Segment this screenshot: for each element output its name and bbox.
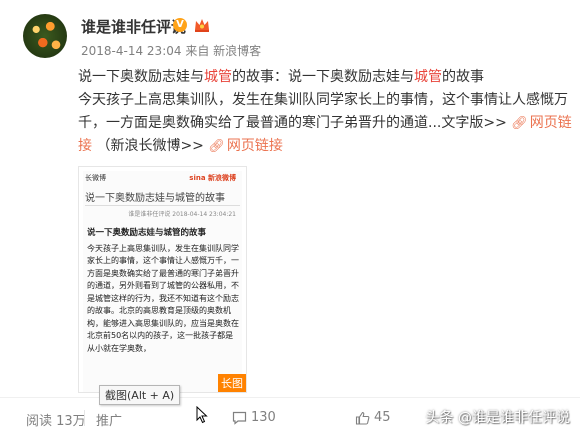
- avatar[interactable]: [23, 14, 67, 58]
- read-count: 阅读 13万: [26, 414, 86, 429]
- like-count: 45: [374, 410, 391, 425]
- sina-logo: sina 新浪微博: [189, 174, 236, 182]
- web-link-2[interactable]: 🔗︎ 网页链接: [208, 138, 283, 154]
- comment-button[interactable]: 130: [232, 410, 276, 425]
- separator: [84, 410, 85, 426]
- screenshot-tooltip: 截图(Alt + A): [99, 385, 181, 405]
- highlight-chengguan-1: 城管: [204, 69, 232, 85]
- long-image-tag: 长图: [218, 374, 246, 392]
- doc-subtitle: 说一下奥数励志娃与城管的故事: [87, 228, 207, 238]
- crown-icon: [195, 19, 209, 32]
- doc-body: 说一下奥数励志娃与城管的故事 今天孩子上高思集训队，发生在集训队同学家长上的事情…: [87, 227, 239, 355]
- highlight-chengguan-2: 城管: [414, 69, 442, 85]
- doc-header: 长微博: [85, 174, 106, 182]
- promote-button[interactable]: 推广: [96, 410, 122, 429]
- post-meta: 2018-4-14 23:04 来自 新浪博客: [81, 42, 261, 59]
- author-name[interactable]: 谁是谁非任评说: [81, 16, 186, 37]
- doc-meta: 谁是谁非任评说 2018-04-14 23:04:21: [128, 211, 236, 218]
- post-text: 说一下奥数励志娃与城管的故事：说一下奥数励志娃与城管的故事 今天孩子上高思集训队…: [78, 66, 573, 158]
- comment-count: 130: [251, 410, 276, 425]
- thumb-up-icon: [355, 411, 370, 425]
- long-weibo-link[interactable]: （新浪长微博>>: [96, 138, 203, 154]
- watermark: 头条 @谁是谁非任评说: [425, 410, 570, 426]
- link-icon: 🔗︎: [208, 139, 225, 154]
- post-source: 来自 新浪博客: [185, 44, 262, 58]
- mouse-cursor-icon: [196, 406, 208, 424]
- post-body: 今天孩子上高思集训队，发生在集训队同学家长上的事情，这个事情让人感慨万千，一方面…: [78, 92, 572, 154]
- link-icon: 🔗︎: [511, 116, 528, 131]
- timestamp[interactable]: 2018-4-14 23:04: [81, 44, 182, 58]
- action-divider: [0, 397, 580, 398]
- verified-badge: V: [173, 18, 187, 32]
- doc-text: 今天孩子上高思集训队，发生在集训队同学家长上的事情，这个事情让人感慨万千，一方面…: [87, 243, 239, 353]
- like-button[interactable]: 45: [355, 410, 391, 425]
- doc-divider: [85, 205, 240, 206]
- comment-icon: [232, 411, 247, 425]
- post-title: 说一下奥数励志娃与城管的故事：说一下奥数励志娃与城管的故事: [78, 69, 484, 85]
- doc-title: 说一下奥数励志娃与城管的故事: [85, 193, 225, 204]
- long-image-content: 长微博 sina 新浪微博 说一下奥数励志娃与城管的故事 谁是谁非任评说 201…: [83, 171, 242, 392]
- long-image-thumbnail[interactable]: 长微博 sina 新浪微博 说一下奥数励志娃与城管的故事 谁是谁非任评说 201…: [78, 166, 247, 393]
